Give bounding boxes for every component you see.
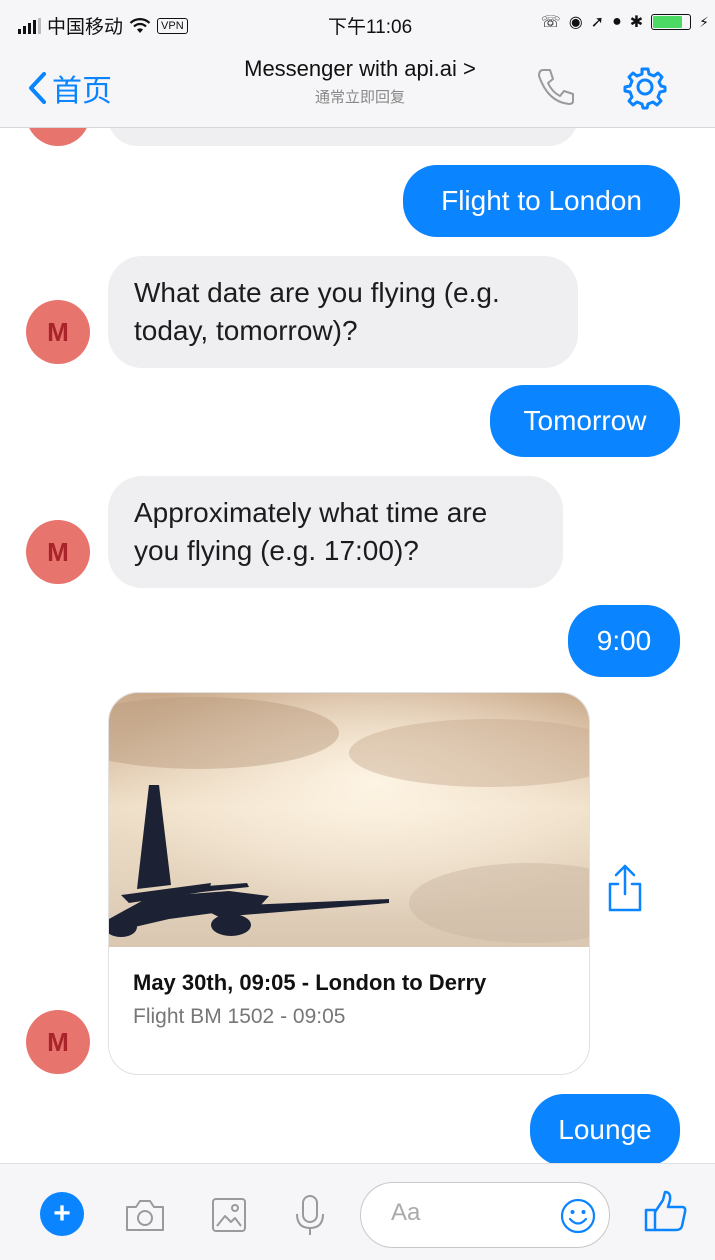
like-button[interactable] [642, 1188, 690, 1241]
settings-button[interactable] [622, 64, 668, 115]
plus-icon: + [53, 1197, 71, 1230]
avatar[interactable]: M [26, 520, 90, 584]
header: 中国移动 VPN 下午11:06 ☏ ◉ ➚ ● ✱ ⚡ 首页 Messenge… [0, 0, 715, 128]
airplane-image [109, 693, 589, 947]
wifi-icon [129, 17, 151, 33]
location-icon: ➚ [590, 14, 605, 31]
chevron-left-icon [29, 72, 46, 104]
outgoing-message[interactable]: Flight to London [403, 165, 680, 237]
vpn-badge: VPN [157, 17, 188, 34]
avatar[interactable]: M [26, 1010, 90, 1074]
message-list[interactable]: Flight to London What date are you flyin… [0, 128, 715, 1163]
status-bar: 中国移动 VPN 下午11:06 ☏ ◉ ➚ ● ✱ ⚡ [18, 10, 709, 40]
incoming-message[interactable]: Approximately what time are you flying (… [108, 476, 563, 588]
image-icon [212, 1198, 246, 1232]
gear-icon [623, 67, 667, 110]
conversation-title-area[interactable]: Messenger with api.ai > 通常立即回复 [200, 56, 520, 107]
composer-bar: + [0, 1163, 715, 1260]
outgoing-message[interactable]: 9:00 [568, 605, 680, 677]
phone-status-icon: ☏ [540, 14, 561, 31]
share-button[interactable] [604, 862, 646, 919]
nav-bar: 首页 Messenger with api.ai > 通常立即回复 [0, 52, 715, 122]
avatar [26, 128, 90, 146]
emoji-icon [560, 1198, 596, 1234]
photo-button[interactable] [206, 1192, 252, 1243]
message-input[interactable] [391, 1183, 561, 1243]
back-button[interactable]: 首页 [26, 66, 112, 110]
bluetooth-icon: ✱ [629, 14, 644, 31]
camera-icon [126, 1200, 164, 1231]
conversation-subtitle: 通常立即回复 [314, 89, 405, 106]
flight-card[interactable]: May 30th, 09:05 - London to Derry Flight… [108, 692, 590, 1075]
signal-icon [18, 17, 41, 34]
emoji-button[interactable] [559, 1197, 597, 1240]
incoming-message [108, 128, 578, 146]
card-subtitle: Flight BM 1502 - 09:05 [133, 1005, 346, 1028]
alarm-icon: ◉ [568, 14, 583, 31]
avatar[interactable]: M [26, 300, 90, 364]
carrier-label: 中国移动 [47, 17, 124, 38]
microphone-icon [296, 1195, 324, 1235]
battery-icon [651, 14, 692, 30]
message-input-field[interactable] [360, 1182, 610, 1248]
headphone-icon: ● [612, 13, 622, 30]
outgoing-message[interactable]: Tomorrow [490, 385, 680, 457]
conversation-title[interactable]: Messenger with api.ai > [200, 56, 520, 82]
outgoing-message[interactable]: Lounge [530, 1094, 680, 1163]
camera-button[interactable] [122, 1192, 168, 1243]
phone-icon [538, 69, 574, 105]
incoming-message[interactable]: What date are you flying (e.g. today, to… [108, 256, 578, 368]
call-button[interactable] [533, 64, 579, 115]
more-options-button[interactable]: + [40, 1192, 84, 1236]
share-icon [608, 864, 642, 912]
card-title: May 30th, 09:05 - London to Derry [133, 970, 487, 995]
thumbs-up-icon [644, 1190, 687, 1232]
voice-button[interactable] [290, 1192, 330, 1243]
clock: 下午11:06 [328, 17, 413, 38]
back-label: 首页 [52, 75, 112, 108]
charging-icon: ⚡ [699, 13, 709, 30]
